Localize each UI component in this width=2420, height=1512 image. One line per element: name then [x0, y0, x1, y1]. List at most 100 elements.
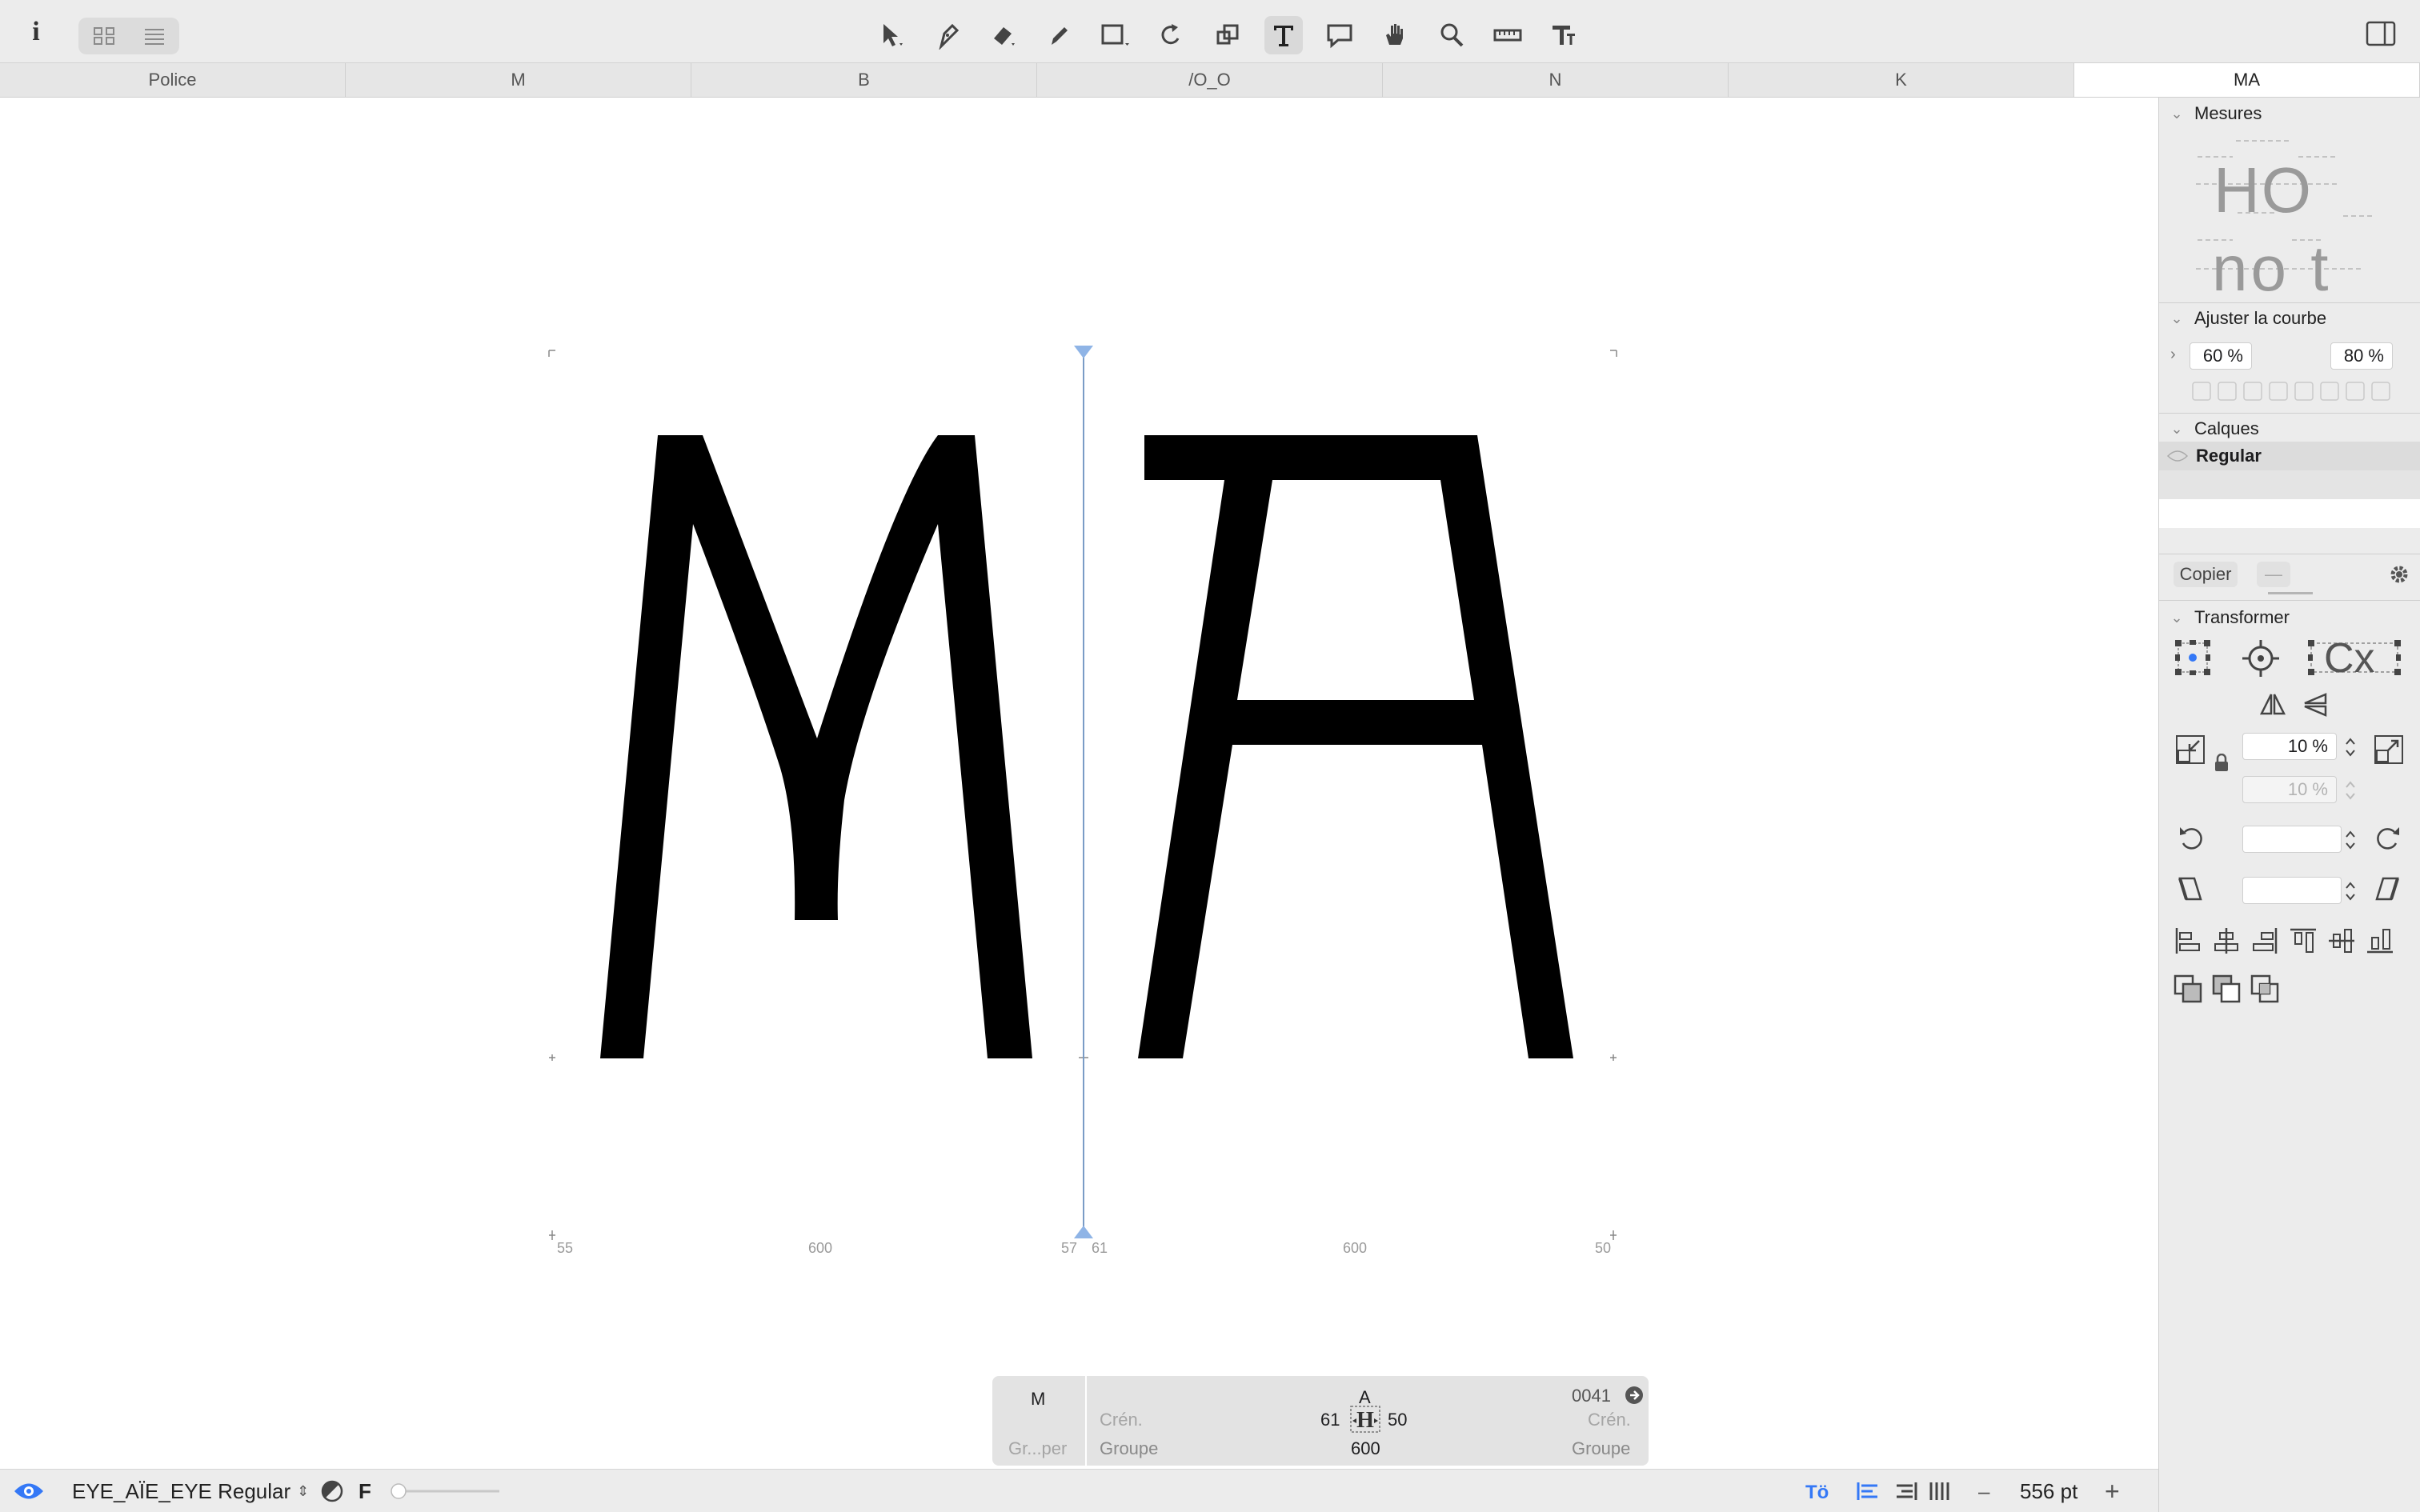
glyph-a-outline[interactable]: [1138, 435, 1573, 1058]
previous-glyph-group[interactable]: Gr...per: [1008, 1438, 1067, 1459]
preview-size-slider[interactable]: [391, 1470, 503, 1512]
chevron-right-icon[interactable]: ›: [2170, 346, 2176, 364]
vertical-layout-icon[interactable]: [1929, 1470, 1951, 1512]
rotate-stepper[interactable]: [2343, 827, 2358, 857]
grid-view-icon[interactable]: [78, 18, 129, 54]
align-bottom-edge-icon[interactable]: [2366, 926, 2394, 959]
master-selector[interactable]: EYE_AÏE_EYE Regular ⇕: [72, 1470, 309, 1512]
align-right-edge-icon[interactable]: [2250, 926, 2279, 959]
tab-n[interactable]: N: [1383, 63, 1729, 97]
curve-preset-swatches[interactable]: [2191, 379, 2391, 407]
rotate-input[interactable]: [2242, 826, 2342, 853]
measure-tool-icon[interactable]: [1488, 16, 1527, 54]
align-center-vertical-icon[interactable]: [2327, 926, 2356, 959]
tab-police[interactable]: Police: [0, 63, 346, 97]
union-icon[interactable]: [2174, 974, 2202, 1007]
text-direction-icon[interactable]: Tö: [1804, 1470, 1833, 1512]
tab-b[interactable]: B: [691, 63, 1037, 97]
list-view-icon[interactable]: [129, 18, 179, 54]
slant-stepper[interactable]: [2343, 878, 2358, 908]
align-right-icon[interactable]: [1893, 1470, 1917, 1512]
text-tool-icon[interactable]: [1264, 16, 1303, 54]
zoom-level[interactable]: 556 pt: [2020, 1470, 2077, 1512]
contrast-icon[interactable]: [320, 1470, 344, 1512]
go-to-glyph-icon[interactable]: [1625, 1386, 1644, 1410]
intersect-icon[interactable]: [2250, 974, 2279, 1007]
slant-input[interactable]: [2242, 877, 2342, 904]
transform-title: Transformer: [2194, 607, 2290, 627]
align-left-edge-icon[interactable]: [2174, 926, 2202, 959]
link-metrics-icon[interactable]: H: [1349, 1405, 1381, 1438]
view-mode-toggle[interactable]: [78, 18, 179, 54]
rotate-left-icon[interactable]: [2177, 824, 2206, 857]
a-right-sidebearing: 50: [1595, 1240, 1612, 1256]
pen-tool-icon[interactable]: [928, 16, 967, 54]
unicode-value[interactable]: 0041: [1572, 1386, 1611, 1406]
info-icon[interactable]: i: [24, 18, 48, 46]
metrics-preview-text-1: HO: [2214, 154, 2313, 226]
guide-top-handle[interactable]: [1074, 346, 1093, 358]
curve-max-input[interactable]: 80 %: [2330, 342, 2393, 370]
guide-bottom-handle[interactable]: [1074, 1226, 1093, 1238]
scale-y-stepper[interactable]: [2343, 778, 2358, 807]
sidebar-toggle-icon[interactable]: [2366, 21, 2396, 46]
tab-o-o[interactable]: /O_O: [1037, 63, 1383, 97]
right-sidebearing-value[interactable]: 50: [1388, 1410, 1407, 1430]
text-metrics-tool-icon[interactable]: [1545, 16, 1583, 54]
curve-min-input[interactable]: 60 %: [2190, 342, 2252, 370]
slant-right-icon[interactable]: [2374, 875, 2401, 906]
remove-layer-button[interactable]: —: [2257, 562, 2290, 587]
hand-tool-icon[interactable]: [1376, 16, 1415, 54]
rotate-tool-icon[interactable]: [1152, 16, 1191, 54]
layers-section-header[interactable]: ⌄ Calques: [2159, 414, 2420, 443]
group-right-label[interactable]: Groupe: [1572, 1438, 1630, 1459]
glyph-m-outline[interactable]: [600, 435, 1032, 1058]
mesures-section-header[interactable]: ⌄ Mesures: [2159, 99, 2420, 128]
lock-icon[interactable]: [2214, 753, 2230, 777]
rectangle-tool-icon[interactable]: [1096, 16, 1135, 54]
metrics-preview[interactable]: HO no t: [2196, 133, 2388, 304]
curve-section-header[interactable]: ⌄ Ajuster la courbe: [2159, 304, 2420, 333]
scale-y-input[interactable]: 10 %: [2242, 776, 2337, 803]
tab-k[interactable]: K: [1729, 63, 2074, 97]
align-center-horizontal-icon[interactable]: [2212, 926, 2241, 959]
flip-vertical-icon[interactable]: [2302, 691, 2330, 722]
subtract-icon[interactable]: [2212, 974, 2241, 1007]
transform-section-header[interactable]: ⌄ Transformer: [2159, 603, 2420, 632]
transform-origin-icon[interactable]: [2174, 638, 2212, 681]
scale-down-icon[interactable]: [2175, 734, 2206, 769]
layer-row-regular[interactable]: Regular: [2159, 442, 2420, 470]
tab-ma[interactable]: MA: [2074, 63, 2420, 97]
zoom-in-button[interactable]: +: [2105, 1470, 2120, 1512]
eraser-tool-icon[interactable]: [984, 16, 1023, 54]
scale-up-icon[interactable]: [2374, 734, 2404, 769]
previous-glyph-panel: M Gr...per: [992, 1376, 1085, 1466]
flip-horizontal-icon[interactable]: [2258, 691, 2287, 722]
layer-list-empty-row: [2159, 470, 2420, 499]
pencil-tool-icon[interactable]: [1040, 16, 1079, 54]
gear-icon[interactable]: [2388, 563, 2410, 590]
left-sidebearing-value[interactable]: 61: [1320, 1410, 1340, 1430]
scale-x-stepper[interactable]: [2343, 734, 2358, 764]
filter-label[interactable]: F: [359, 1470, 371, 1512]
zoom-out-button[interactable]: –: [1978, 1470, 1989, 1512]
group-left-label[interactable]: Groupe: [1100, 1438, 1158, 1459]
component-origin-icon[interactable]: Cx: [2308, 638, 2401, 679]
slant-left-icon[interactable]: [2177, 875, 2204, 906]
align-left-icon[interactable]: [1857, 1470, 1881, 1512]
copy-layer-button[interactable]: Copier: [2174, 562, 2238, 587]
annotation-tool-icon[interactable]: [1320, 16, 1359, 54]
scale-tool-icon[interactable]: [1208, 16, 1247, 54]
align-top-edge-icon[interactable]: [2289, 926, 2318, 959]
layer-resize-handle[interactable]: [2268, 592, 2313, 594]
crosshair-icon[interactable]: [2241, 638, 2281, 682]
preview-eye-icon[interactable]: [13, 1470, 45, 1512]
layer-visibility-icon[interactable]: [2159, 450, 2196, 462]
advance-width-value[interactable]: 600: [1351, 1438, 1380, 1459]
rotate-right-icon[interactable]: [2374, 824, 2402, 857]
zoom-tool-icon[interactable]: [1432, 16, 1471, 54]
select-tool-icon[interactable]: [872, 16, 911, 54]
scale-x-input[interactable]: 10 %: [2242, 733, 2337, 760]
tab-m[interactable]: M: [346, 63, 691, 97]
glyph-edit-canvas[interactable]: 55 600 57 61 600 50: [0, 98, 2158, 1512]
